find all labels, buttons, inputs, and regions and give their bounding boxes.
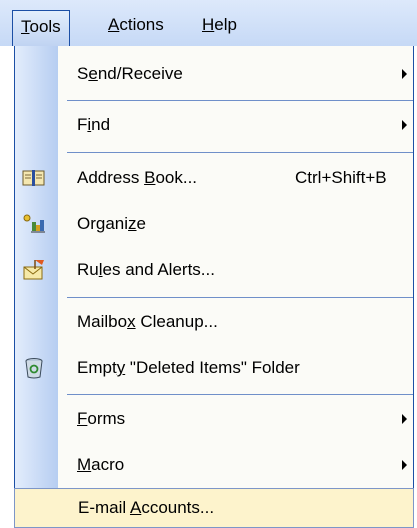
tools-dropdown-menu: Send/Receive Find Address Book... Ctrl+S… [14, 46, 414, 528]
menu-item-send-receive[interactable]: Send/Receive [15, 51, 413, 97]
submenu-arrow-icon [402, 69, 407, 79]
menu-item-label: Find [77, 115, 111, 134]
menu-item-address-book[interactable]: Address Book... Ctrl+Shift+B [15, 155, 413, 201]
menu-separator [67, 100, 413, 101]
menu-item-label: Organize [77, 214, 146, 233]
menu-help-label-post: elp [214, 15, 237, 34]
menu-item-empty-deleted-items[interactable]: Empty "Deleted Items" Folder [15, 345, 413, 391]
menu-item-label: Rules and Alerts... [77, 260, 215, 279]
recycle-bin-icon [21, 355, 47, 381]
menu-separator [67, 152, 413, 153]
menu-bar: Tools Actions Help [0, 0, 417, 46]
menu-item-label: Mailbox Cleanup... [77, 312, 218, 331]
menu-item-forms[interactable]: Forms [15, 396, 413, 442]
menu-item-label: Send/Receive [77, 64, 183, 83]
menu-separator [67, 297, 413, 298]
menu-item-label: Macro [77, 455, 125, 474]
menu-item-label: E-mail Accounts... [78, 498, 215, 517]
submenu-arrow-icon [402, 120, 407, 130]
organize-icon [21, 211, 47, 237]
menu-item-find[interactable]: Find [15, 102, 413, 148]
menu-actions[interactable]: Actions [100, 12, 172, 40]
menu-separator [67, 394, 413, 395]
menu-item-rules-alerts[interactable]: Rules and Alerts... [15, 247, 413, 293]
menu-actions-label-accel: A [108, 15, 120, 34]
rules-alerts-icon [21, 257, 47, 283]
menu-item-shortcut: Ctrl+Shift+B [295, 168, 387, 187]
menu-tools[interactable]: Tools [12, 10, 70, 46]
menu-item-label: Address Book... [77, 168, 198, 187]
menu-item-organize[interactable]: Organize [15, 201, 413, 247]
menu-item-macro[interactable]: Macro [15, 442, 413, 488]
menu-item-mailbox-cleanup[interactable]: Mailbox Cleanup... [15, 299, 413, 345]
menu-item-email-accounts[interactable]: E-mail Accounts... [14, 488, 414, 528]
menu-help-label-accel: H [202, 15, 215, 34]
menu-item-label: Forms [77, 409, 126, 428]
menu-tools-label-post: ools [29, 17, 61, 36]
submenu-arrow-icon [402, 414, 407, 424]
menu-actions-label-post: ctions [119, 15, 164, 34]
menu-help[interactable]: Help [194, 12, 245, 40]
menu-item-label: Empty "Deleted Items" Folder [77, 358, 300, 377]
menu-tools-label-accel: T [21, 17, 30, 36]
submenu-arrow-icon [402, 460, 407, 470]
address-book-icon [21, 165, 47, 191]
